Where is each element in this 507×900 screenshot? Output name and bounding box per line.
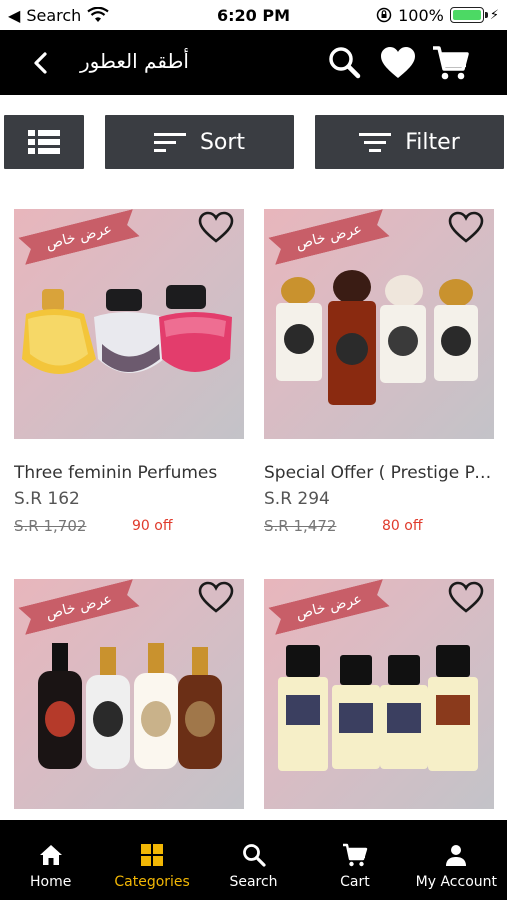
status-left: ◀ Search: [0, 6, 109, 25]
list-view-icon: [28, 130, 60, 154]
nav-categories[interactable]: Categories: [101, 820, 202, 900]
discount-label: 80 off: [382, 518, 423, 534]
person-icon: [446, 845, 467, 866]
wishlist-heart-icon[interactable]: [446, 579, 486, 615]
product-card[interactable]: عرض خاص Special Offer ( Prestige Pe... S…: [264, 209, 494, 535]
product-name[interactable]: Three feminin Perfumes: [14, 463, 244, 483]
filter-label: Filter: [405, 129, 460, 155]
sort-button[interactable]: Sort: [105, 115, 294, 169]
battery-percent: 100%: [398, 5, 444, 25]
orientation-lock-icon: [376, 7, 392, 23]
home-icon: [39, 845, 62, 865]
search-icon[interactable]: [324, 42, 366, 84]
wishlist-heart-icon[interactable]: [196, 579, 236, 615]
charging-icon: ⚡: [489, 7, 499, 23]
cart-icon: [342, 843, 368, 867]
nav-search[interactable]: Search: [203, 820, 304, 900]
wishlist-heart-icon[interactable]: [196, 209, 236, 245]
original-price: S.R 1,702: [14, 517, 87, 535]
bottom-nav: Home Categories Search Cart My Account: [0, 820, 507, 900]
nav-my-account-label: My Account: [415, 874, 497, 890]
back-to-app-icon[interactable]: ◀: [8, 6, 20, 25]
nav-cart[interactable]: Cart: [304, 820, 405, 900]
favorites-heart-icon[interactable]: [377, 42, 419, 84]
wifi-icon: [87, 7, 109, 22]
product-price: S.R 162: [14, 489, 80, 509]
sort-label: Sort: [199, 129, 246, 155]
nav-home[interactable]: Home: [0, 820, 101, 900]
sort-icon: [153, 131, 186, 153]
price-row: S.R 1,702 90 off: [14, 517, 244, 535]
price-row: S.R 1,472 80 off: [264, 517, 494, 535]
wishlist-heart-icon[interactable]: [446, 209, 486, 245]
back-app-label[interactable]: Search: [26, 6, 81, 25]
cart-icon[interactable]: [430, 42, 472, 84]
product-name[interactable]: Special Offer ( Prestige Pe...: [264, 463, 494, 483]
product-card[interactable]: عرض خاص Three feminin Perfumes S.R 162 S…: [14, 209, 244, 535]
page-title: أطقم العطور: [80, 49, 189, 73]
product-price: S.R 294: [264, 489, 330, 509]
status-right: 100% ⚡: [376, 6, 507, 25]
back-arrow-icon[interactable]: [26, 48, 56, 78]
nav-my-account[interactable]: My Account: [406, 820, 507, 900]
grid-icon: [141, 844, 164, 866]
search-icon: [242, 844, 266, 867]
battery-icon: [449, 7, 488, 23]
filter-button[interactable]: Filter: [315, 115, 504, 169]
status-bar: ◀ Search 6:20 PM 100% ⚡: [0, 0, 507, 30]
discount-label: 90 off: [132, 518, 173, 534]
product-card[interactable]: عرض خاص: [264, 579, 494, 809]
nav-categories-label: Categories: [114, 874, 190, 890]
app-header: أطقم العطور: [0, 30, 507, 95]
product-card[interactable]: عرض خاص: [14, 579, 244, 809]
original-price: S.R 1,472: [264, 517, 337, 535]
filter-icon: [359, 131, 392, 153]
nav-home-label: Home: [30, 874, 72, 890]
list-view-button[interactable]: [4, 115, 84, 169]
nav-cart-label: Cart: [340, 874, 370, 890]
nav-search-label: Search: [229, 874, 278, 890]
